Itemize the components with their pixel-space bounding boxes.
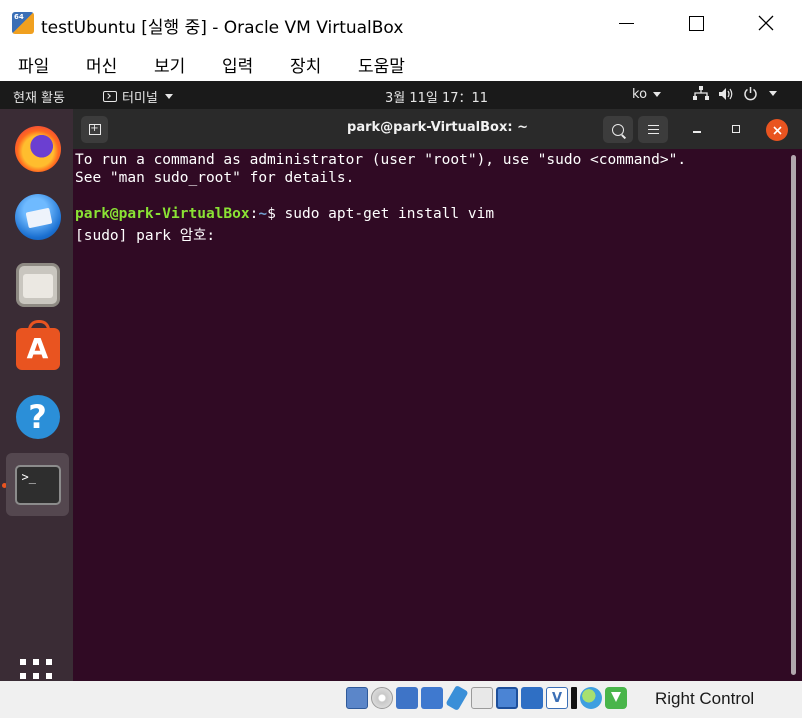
dock-terminal[interactable]: >_: [6, 453, 69, 516]
prompt-command: $ sudo apt-get install vim: [267, 206, 495, 222]
window-title: testUbuntu [실행 중] - Oracle VM VirtualBox: [41, 18, 404, 38]
terminal-close-button[interactable]: [766, 119, 788, 141]
terminal-header-bar[interactable]: + park@park-VirtualBox: ~: [73, 109, 802, 149]
terminal-glyph: >_: [21, 469, 36, 484]
keyboard-capture-icon[interactable]: [605, 687, 627, 709]
dock-thunderbird[interactable]: [6, 185, 69, 248]
hamburger-menu-button[interactable]: [638, 116, 668, 143]
menu-icon: [647, 125, 659, 134]
menu-view[interactable]: 보기: [154, 52, 185, 77]
host-menu-bar: 파일 머신 보기 입력 장치 도움말: [0, 46, 802, 81]
maximize-button[interactable]: [662, 0, 730, 46]
power-icon: [744, 87, 757, 101]
prompt-path: ~: [258, 206, 268, 222]
prompt-user: park@park-VirtualBox: [75, 206, 250, 222]
virtualbox-app-icon[interactable]: 64: [12, 12, 34, 34]
thunderbird-icon: [14, 193, 61, 240]
help-icon: ?: [15, 394, 60, 439]
input-method-label: ko: [632, 87, 648, 102]
terminal-password-prompt: [sudo] park 암호:: [75, 228, 224, 244]
software-store-icon: A: [15, 319, 60, 370]
host-key-label: Right Control: [655, 689, 755, 708]
terminal-output[interactable]: To run a command as administrator (user …: [73, 149, 802, 681]
terminal-line: To run a command as administrator (user …: [75, 152, 687, 168]
menu-help[interactable]: 도움말: [358, 52, 405, 77]
activities-button[interactable]: 현재 활동: [13, 87, 65, 106]
dock-files[interactable]: [6, 253, 69, 316]
dock-firefox[interactable]: [6, 117, 69, 180]
display-icon[interactable]: [496, 687, 518, 709]
terminal-minimize-button[interactable]: [685, 117, 709, 141]
search-button[interactable]: [603, 116, 633, 143]
app-icon-label: 64: [14, 13, 24, 21]
shared-folders-icon[interactable]: [471, 687, 493, 709]
terminal-small-icon: [103, 91, 117, 102]
terminal-prompt-line: park@park-VirtualBox:~$ sudo apt-get ins…: [75, 206, 802, 224]
maximize-icon: [688, 15, 704, 31]
hard-disk-icon[interactable]: [346, 687, 368, 709]
menu-machine[interactable]: 머신: [86, 52, 117, 77]
chevron-down-icon: [769, 91, 777, 96]
help-glyph: ?: [28, 397, 47, 436]
minimize-icon: [618, 22, 634, 24]
ubuntu-top-panel: 현재 활동 터미널 3월 11일 17：11 ko: [0, 81, 802, 109]
host-status-bar: V Right Control: [0, 681, 802, 718]
volume-icon: [719, 87, 733, 100]
terminal-window[interactable]: + park@park-VirtualBox: ~ To run a comma…: [73, 109, 802, 681]
search-icon: [612, 123, 624, 136]
close-icon: [772, 125, 782, 135]
ubuntu-dock: A ? >_: [0, 109, 73, 681]
guest-screen[interactable]: 현재 활동 터미널 3월 11일 17：11 ko A ? >_ + park@…: [0, 81, 802, 681]
close-icon: [758, 15, 774, 31]
minimize-button[interactable]: [592, 0, 660, 46]
dock-software-store[interactable]: A: [6, 315, 69, 378]
store-glyph: A: [26, 331, 49, 365]
usb-icon[interactable]: [445, 684, 469, 712]
chevron-down-icon: [164, 94, 173, 99]
minimize-icon: [693, 131, 701, 133]
files-icon: [15, 262, 60, 307]
system-tray[interactable]: [693, 86, 777, 101]
clock[interactable]: 3월 11일 17：11: [385, 87, 488, 106]
app-menu-terminal[interactable]: 터미널: [103, 87, 173, 106]
terminal-maximize-button[interactable]: [724, 117, 748, 141]
audio-icon[interactable]: [396, 687, 418, 709]
terminal-scrollbar[interactable]: [791, 155, 796, 675]
globe-icon[interactable]: [580, 687, 602, 709]
close-button[interactable]: [732, 0, 800, 46]
chevron-down-icon: [653, 92, 662, 97]
menu-devices[interactable]: 장치: [290, 52, 321, 77]
firefox-icon: [14, 125, 61, 172]
network-icon: [693, 86, 709, 100]
host-title-bar: 64 testUbuntu [실행 중] - Oracle VM Virtual…: [0, 0, 802, 46]
menu-input[interactable]: 입력: [222, 52, 253, 77]
virtualization-icon[interactable]: V: [546, 687, 568, 709]
app-menu-label: 터미널: [122, 91, 158, 106]
mouse-integration-icon[interactable]: [571, 687, 577, 709]
input-method-indicator[interactable]: ko: [632, 87, 662, 102]
recording-icon[interactable]: [521, 687, 543, 709]
dock-help[interactable]: ?: [6, 385, 69, 448]
status-icons: V: [346, 684, 627, 712]
restore-icon: [732, 125, 740, 133]
menu-file[interactable]: 파일: [18, 52, 49, 77]
terminal-icon: >_: [14, 464, 61, 505]
show-applications-icon[interactable]: [20, 659, 54, 681]
optical-drive-icon[interactable]: [371, 687, 393, 709]
network-icon[interactable]: [421, 687, 443, 709]
terminal-line: See "man sudo_root" for details.: [75, 170, 355, 186]
